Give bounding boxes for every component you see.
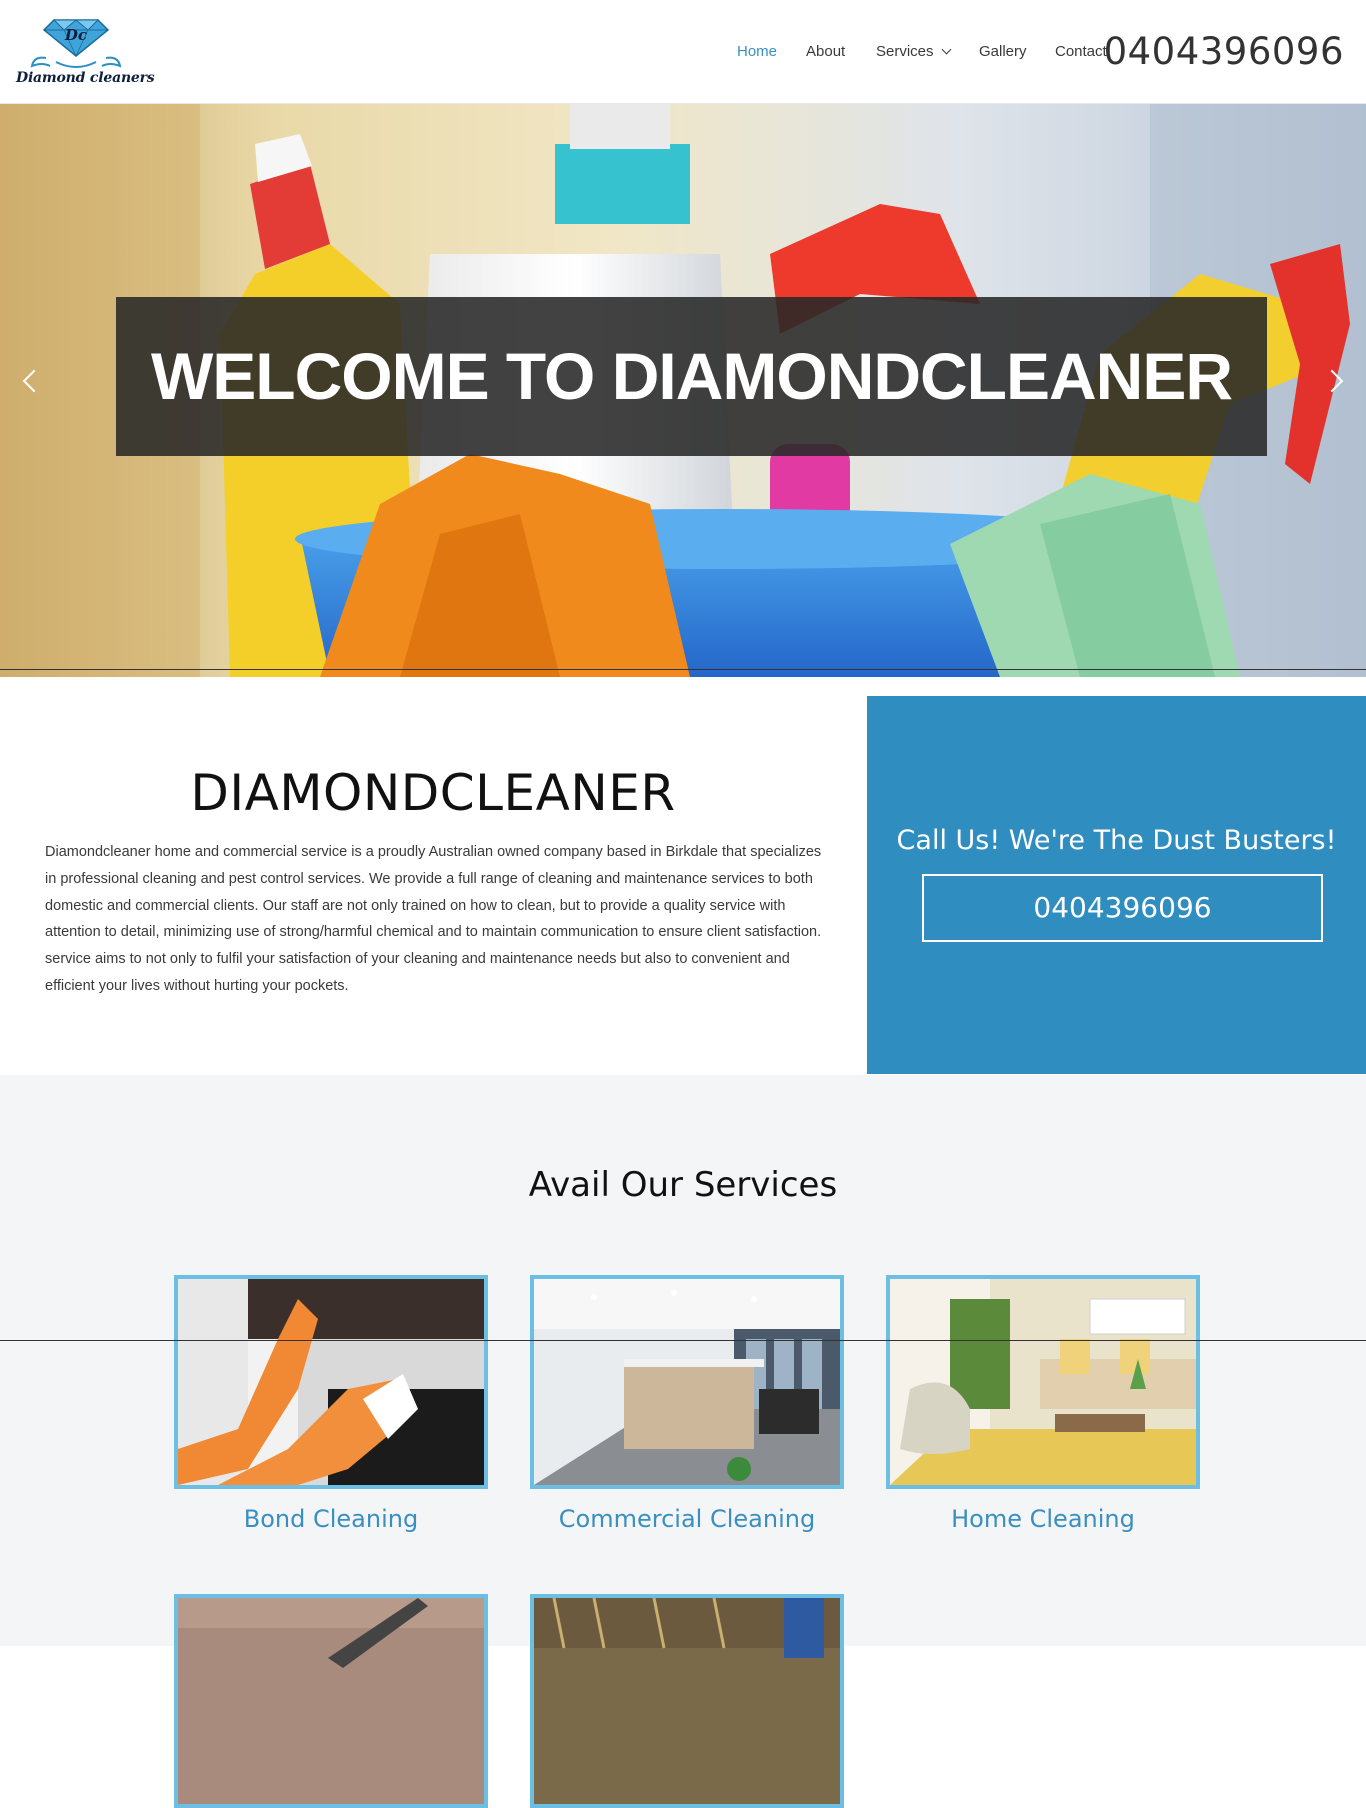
nav-services-label: Services [876, 43, 934, 60]
site-header: Dc Diamond cleaners Home About Services … [0, 0, 1366, 104]
nav-contact[interactable]: Contact [1055, 43, 1107, 60]
cta-phone-button[interactable]: 0404396096 [922, 874, 1323, 942]
services-section: Avail Our Services Bond Cleaning Commerc… [0, 1075, 1366, 1808]
nav-services[interactable]: Services [876, 43, 951, 60]
nav-gallery[interactable]: Gallery [979, 43, 1027, 60]
hero-slider: WELCOME TO DIAMONDCLEANER [0, 104, 1366, 677]
service-card-4[interactable] [174, 1594, 488, 1808]
about-text: Diamondcleaner home and commercial servi… [45, 844, 822, 994]
service-image [886, 1275, 1200, 1489]
overlay-divider [0, 1340, 1366, 1341]
service-label: Bond Cleaning [243, 1505, 419, 1533]
service-image [174, 1594, 488, 1808]
header-phone-link[interactable]: 0404396096 [1104, 30, 1344, 73]
logo-monogram: Dc [64, 26, 87, 44]
chevron-down-icon [941, 44, 951, 55]
hero-divider [0, 669, 1366, 670]
diamond-logo-icon: Dc [30, 19, 122, 68]
services-title: Avail Our Services [528, 1165, 838, 1205]
logo-text: Diamond cleaners [16, 70, 155, 86]
service-label: Home Cleaning [951, 1505, 1135, 1533]
service-card-commercial-cleaning[interactable]: Commercial Cleaning [530, 1275, 844, 1533]
service-label: Commercial Cleaning [558, 1505, 816, 1533]
call-to-action-box: Call Us! We're The Dust Busters! 0404396… [867, 696, 1366, 1074]
nav-about[interactable]: About [806, 43, 845, 60]
site-logo[interactable]: Dc Diamond cleaners [16, 16, 155, 92]
cta-heading: Call Us! We're The Dust Busters! [896, 825, 1337, 856]
service-card-home-cleaning[interactable]: Home Cleaning [886, 1275, 1200, 1533]
hero-title-banner: WELCOME TO DIAMONDCLEANER [116, 297, 1267, 456]
about-title: DIAMONDCLEANER [190, 764, 676, 822]
service-image [530, 1275, 844, 1489]
service-image [530, 1594, 844, 1808]
nav-home[interactable]: Home [737, 43, 777, 60]
hero-title: WELCOME TO DIAMONDCLEANER [150, 339, 1233, 413]
service-card-bond-cleaning[interactable]: Bond Cleaning [174, 1275, 488, 1533]
service-image [174, 1275, 488, 1489]
service-card-5[interactable] [530, 1594, 844, 1808]
